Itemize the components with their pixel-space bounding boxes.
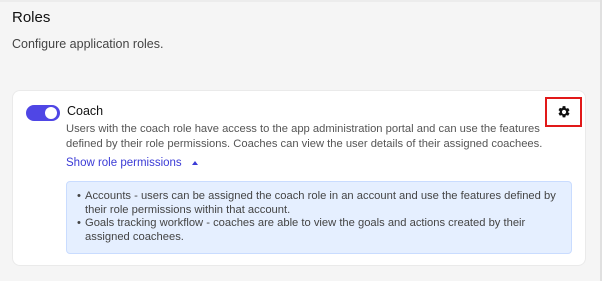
- top-divider: [0, 0, 602, 2]
- toggle-knob: [45, 107, 57, 119]
- role-name: Coach: [67, 104, 104, 118]
- role-enabled-toggle[interactable]: [26, 105, 60, 121]
- permission-item: Accounts - users can be assigned the coa…: [77, 190, 561, 217]
- role-card: Coach Users with the coach role have acc…: [13, 91, 585, 265]
- page-title: Roles: [12, 9, 51, 26]
- role-settings-button[interactable]: [545, 97, 582, 127]
- chevron-up-icon: [191, 161, 198, 165]
- show-role-permissions-label: Show role permissions: [66, 157, 182, 169]
- permission-item: Goals tracking workflow - coaches are ab…: [77, 217, 561, 244]
- role-permissions-panel: Accounts - users can be assigned the coa…: [66, 181, 572, 254]
- gear-icon: [558, 106, 569, 118]
- show-role-permissions-link[interactable]: Show role permissions: [66, 157, 198, 169]
- role-description: Users with the coach role have access to…: [66, 123, 543, 150]
- permissions-list: Accounts - users can be assigned the coa…: [77, 190, 561, 244]
- page-subtitle: Configure application roles.: [12, 37, 164, 51]
